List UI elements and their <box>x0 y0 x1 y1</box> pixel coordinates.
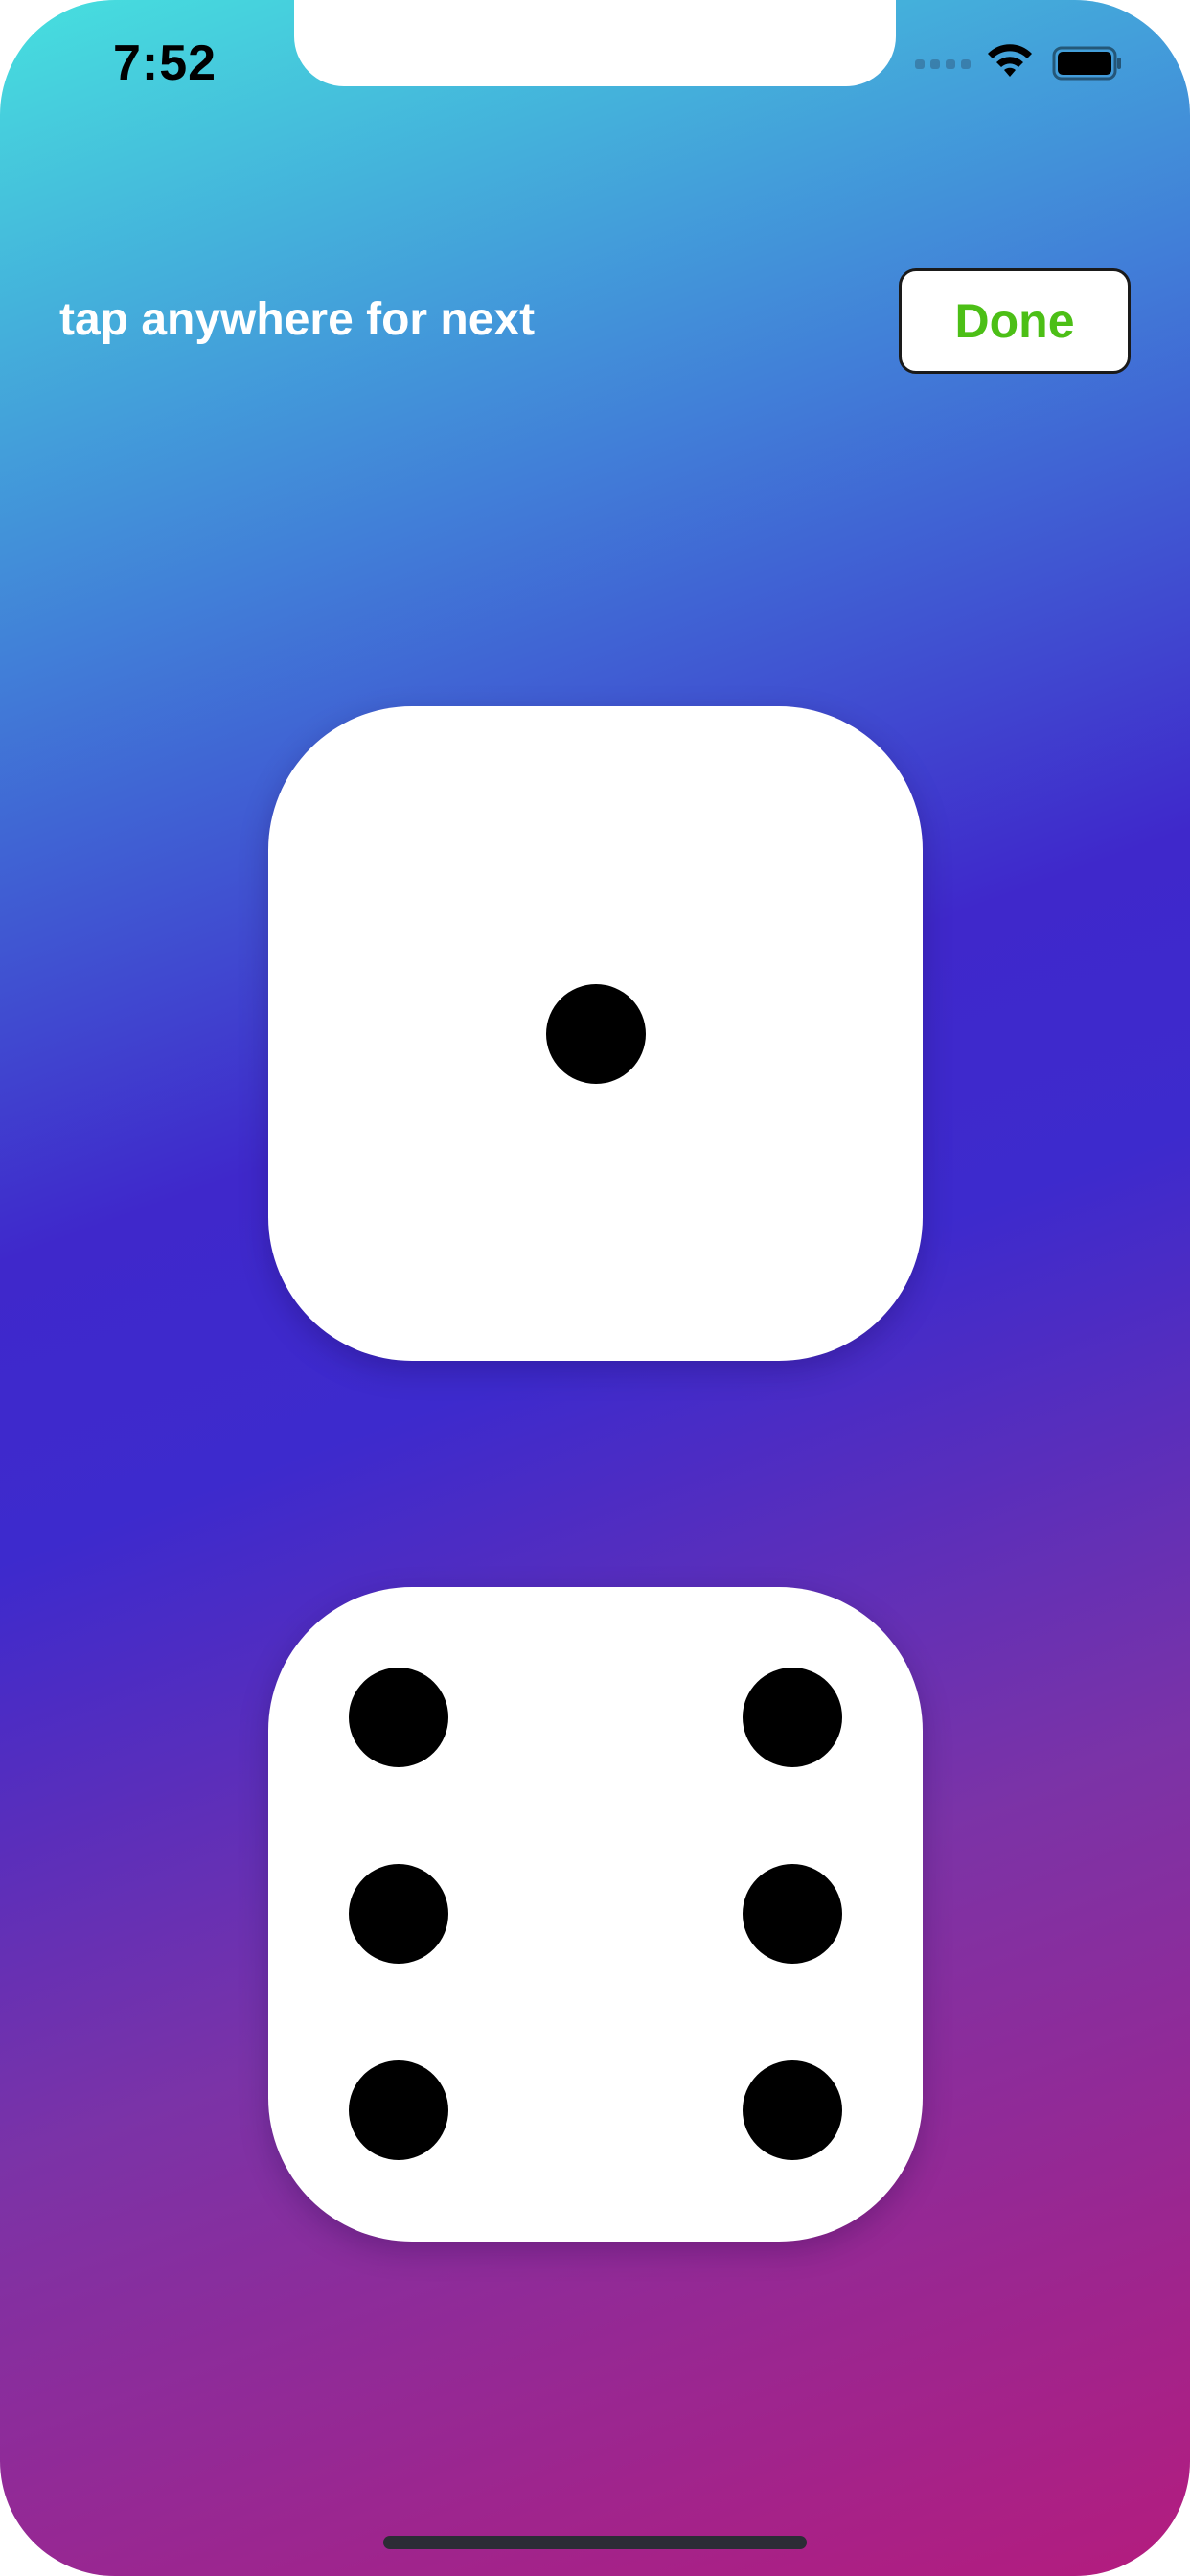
done-button[interactable]: Done <box>899 268 1131 374</box>
pip <box>349 1864 448 1964</box>
signal-icon <box>915 59 971 69</box>
app-screen[interactable]: 7:52 tap anywhere for next Done <box>0 0 1190 2576</box>
pip <box>743 1864 842 1964</box>
tap-hint-text: tap anywhere for next <box>59 294 536 345</box>
wifi-icon <box>988 44 1032 77</box>
pip <box>743 1668 842 1767</box>
pip <box>743 2060 842 2160</box>
device-notch <box>294 0 896 86</box>
die-bottom[interactable] <box>268 1587 923 2242</box>
pip <box>349 2060 448 2160</box>
die-top[interactable] <box>268 706 923 1361</box>
pip <box>349 1668 448 1767</box>
pip <box>546 984 646 1084</box>
home-indicator[interactable] <box>383 2536 807 2549</box>
battery-icon <box>1052 46 1121 80</box>
status-time: 7:52 <box>113 35 217 91</box>
